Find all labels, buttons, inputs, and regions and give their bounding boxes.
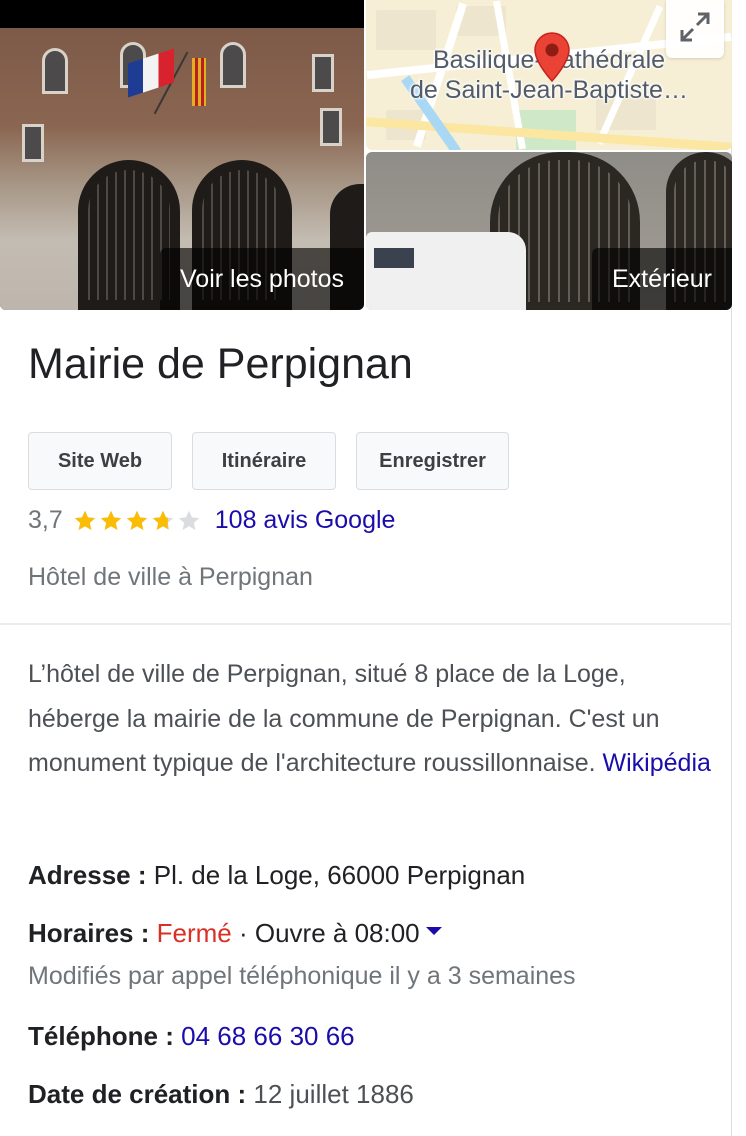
star-icon: [99, 509, 123, 533]
website-button[interactable]: Site Web: [28, 432, 172, 490]
wikipedia-link[interactable]: Wikipédia: [603, 749, 711, 777]
hours-separator: ·: [231, 918, 255, 948]
facade-window: [312, 54, 334, 92]
star-icon: [73, 509, 97, 533]
facade-window: [42, 48, 68, 94]
expand-icon: [678, 10, 712, 49]
phone-row: Téléphone : 04 68 66 30 66: [28, 1021, 355, 1052]
description: L’hôtel de ville de Perpignan, situé 8 p…: [28, 652, 718, 786]
directions-button[interactable]: Itinéraire: [192, 432, 336, 490]
address-row: Adresse : Pl. de la Loge, 66000 Perpigna…: [28, 860, 525, 891]
map-preview[interactable]: Basilique-Cathédrale de Saint-Jean-Bapti…: [366, 0, 732, 150]
hours-label: Horaires :: [28, 918, 150, 948]
rating-value: 3,7: [28, 506, 63, 534]
facade-window: [320, 108, 342, 146]
page-title: Mairie de Perpignan: [28, 340, 413, 388]
founded-label: Date de création :: [28, 1079, 247, 1109]
star-rating: [73, 509, 201, 533]
exterior-label[interactable]: Extérieur: [591, 248, 732, 310]
founded-row: Date de création : 12 juillet 1886: [28, 1079, 414, 1110]
see-photos-label[interactable]: Voir les photos: [160, 248, 364, 310]
caret-down-icon[interactable]: [425, 927, 442, 936]
hours-status: Fermé: [156, 918, 232, 948]
reviews-link[interactable]: 108 avis Google: [215, 506, 396, 535]
phone-label: Téléphone :: [28, 1021, 174, 1051]
save-button[interactable]: Enregistrer: [356, 432, 509, 490]
expand-map-button[interactable]: [666, 0, 724, 58]
hours-row: Horaires : Fermé · Ouvre à 08:00: [28, 918, 442, 949]
founded-value: 12 juillet 1886: [253, 1079, 414, 1109]
address-value[interactable]: Pl. de la Loge, 66000 Perpignan: [154, 860, 526, 890]
star-icon: [125, 509, 149, 533]
van-image: [366, 232, 526, 310]
description-text: L’hôtel de ville de Perpignan, situé 8 p…: [28, 660, 660, 777]
knowledge-panel: Voir les photos Basilique-Cathédrale de …: [0, 0, 732, 1136]
action-buttons: Site Web Itinéraire Enregistrer: [28, 432, 509, 490]
hours-note: Modifiés par appel téléphonique il y a 3…: [28, 962, 576, 990]
catalan-flag-icon: [192, 58, 206, 106]
map-pin-icon: [534, 32, 570, 83]
star-icon: [151, 509, 175, 533]
place-category: Hôtel de ville à Perpignan: [28, 563, 313, 591]
photo-main[interactable]: Voir les photos: [0, 0, 364, 310]
photo-grid: Voir les photos Basilique-Cathédrale de …: [0, 0, 732, 312]
star-icon: [177, 509, 201, 533]
phone-link[interactable]: 04 68 66 30 66: [181, 1021, 355, 1051]
rating-row: 3,7 108 avis Google: [28, 506, 395, 535]
divider: [0, 623, 732, 625]
address-label: Adresse :: [28, 860, 147, 890]
facade-window: [220, 42, 246, 88]
facade-window: [22, 124, 44, 162]
hours-next[interactable]: Ouvre à 08:00: [255, 918, 420, 948]
photo-exterior[interactable]: Extérieur: [366, 152, 732, 310]
